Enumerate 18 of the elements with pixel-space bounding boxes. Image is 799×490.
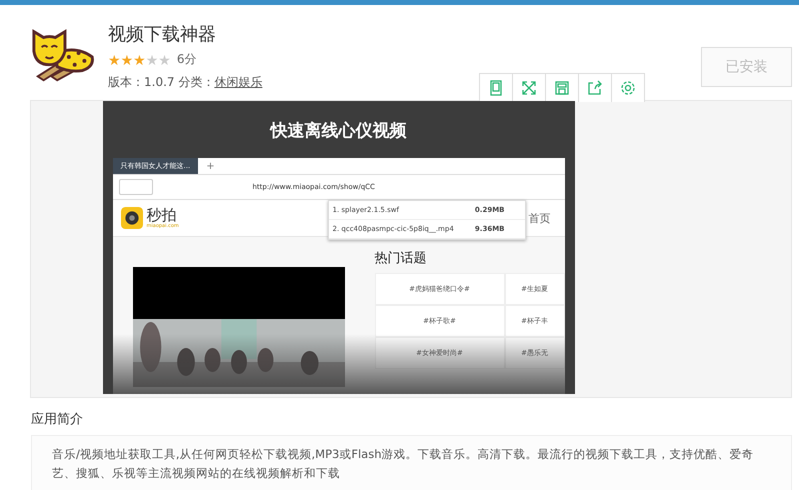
app-name: 视频下载神器 — [108, 23, 217, 46]
screenshot-title: 快速离线心仪视频 — [268, 120, 408, 142]
topics-heading: 热门话题 — [374, 250, 428, 267]
camera-logo-icon — [120, 207, 142, 229]
section-heading: 应用简介 — [31, 411, 84, 428]
app-description: 音乐/视频地址获取工具,从任何网页轻松下载视频,MP3或Flash游戏。下载音乐。高清下载。最流行的视频下载工具，支持优酷、爱奇艺、搜狐、乐视等主流视频网站的在线视频解析和下载 — [52, 446, 754, 482]
app-score: 6分 — [176, 51, 196, 68]
share-icon[interactable] — [587, 80, 603, 96]
save-icon[interactable] — [554, 80, 570, 96]
new-tab-button[interactable]: + — [198, 160, 223, 172]
tablet-icon[interactable] — [488, 80, 504, 96]
category-link[interactable]: 休闲娱乐 — [214, 75, 262, 89]
site-name: 秒拍 — [146, 208, 176, 222]
version-label: 版本：1.0.7 分类： — [108, 75, 214, 89]
nav-link[interactable]: 首页 — [528, 210, 550, 226]
settings-icon[interactable] — [620, 80, 636, 96]
expand-icon[interactable] — [521, 80, 537, 96]
star-rating: ★★★★★ — [108, 52, 171, 69]
